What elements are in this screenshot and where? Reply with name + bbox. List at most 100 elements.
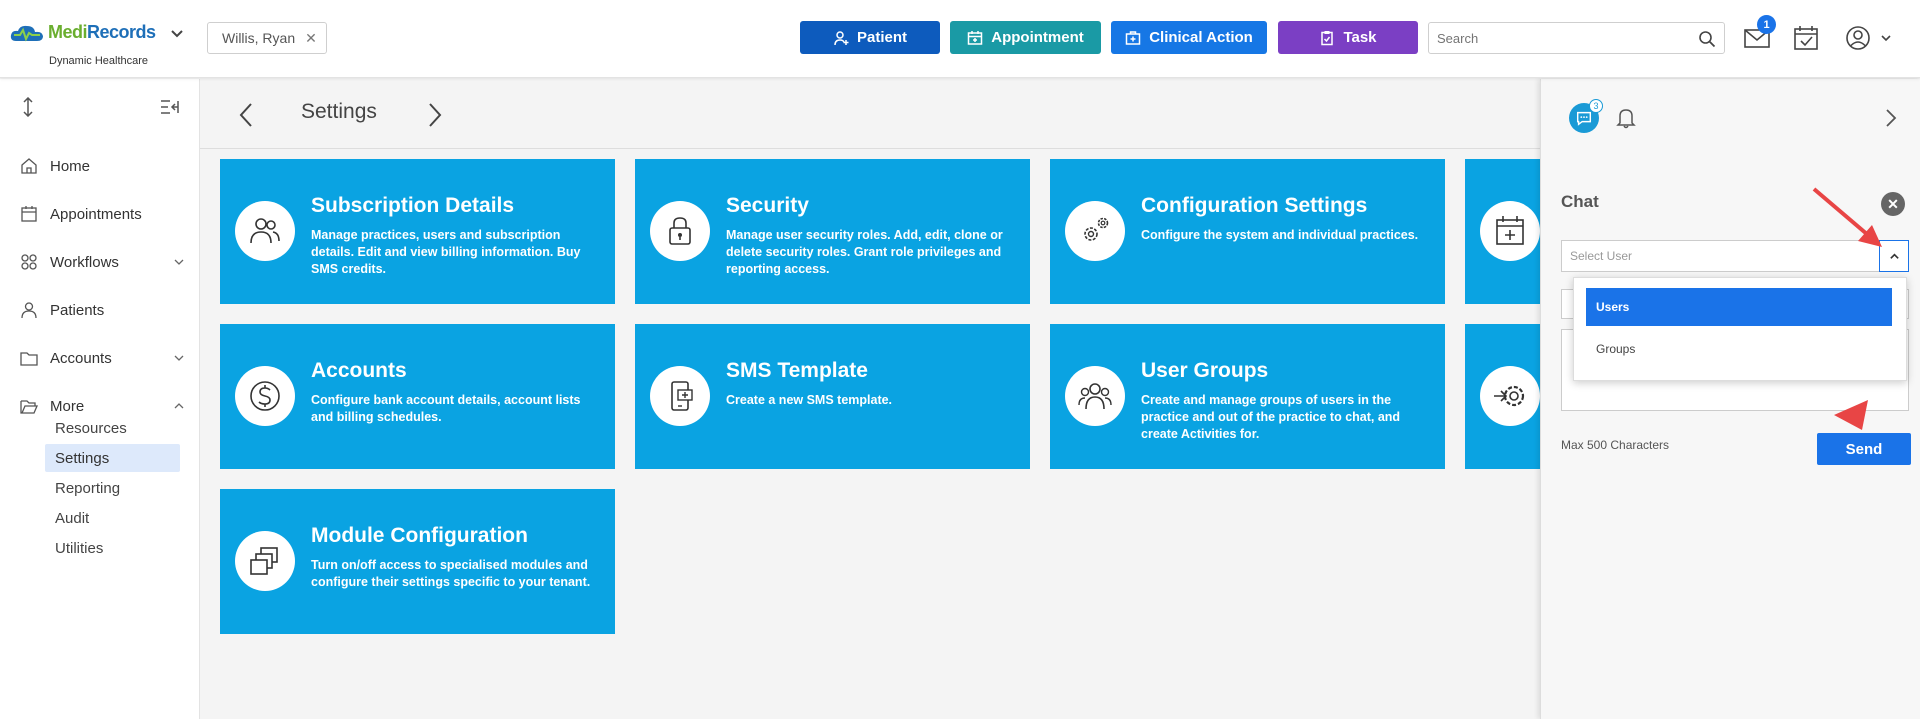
chevron-right-icon[interactable] xyxy=(424,101,444,129)
appointment-button-label: Appointment xyxy=(991,29,1084,46)
tile-user-groups[interactable]: User Groups Create and manage groups of … xyxy=(1050,324,1445,469)
option-groups[interactable]: Groups xyxy=(1586,330,1892,368)
tile-security[interactable]: Security Manage user security roles. Add… xyxy=(635,159,1030,304)
clipboard-icon xyxy=(1321,30,1334,45)
sidebar-subitem-audit[interactable]: Audit xyxy=(45,504,180,532)
sidebar: Home Appointments Workflows Patients Acc… xyxy=(0,79,200,719)
chevron-down-icon[interactable] xyxy=(170,26,184,40)
tile-icon-circle xyxy=(235,366,295,426)
home-icon xyxy=(21,158,37,174)
sidebar-item-accounts[interactable]: Accounts xyxy=(20,346,185,370)
tile-module-configuration[interactable]: Module Configuration Turn on/off access … xyxy=(220,489,615,634)
sidebar-item-patients[interactable]: Patients xyxy=(20,298,185,322)
chevron-right-icon[interactable] xyxy=(1884,107,1898,129)
gear-arrow-icon xyxy=(1494,385,1525,407)
tile-title: SMS Template xyxy=(726,359,868,382)
close-icon[interactable]: ✕ xyxy=(305,30,317,47)
patients-icon xyxy=(21,302,37,319)
select-user-placeholder: Select User xyxy=(1570,249,1633,263)
brand-subtitle: Dynamic Healthcare xyxy=(49,55,149,67)
sidebar-item-home[interactable]: Home xyxy=(20,154,185,178)
tile-title: Configuration Settings xyxy=(1141,194,1368,217)
tile-configuration-settings[interactable]: Configuration Settings Configure the sys… xyxy=(1050,159,1445,304)
user-group-icon xyxy=(1078,383,1112,410)
page-header: Settings xyxy=(200,79,1540,149)
medical-bag-icon xyxy=(1125,30,1141,45)
sidebar-item-label: More xyxy=(50,397,85,415)
tile-title: Module Configuration xyxy=(311,524,528,547)
top-bar: MediRecords Dynamic Healthcare Willis, R… xyxy=(0,0,1920,78)
annotation-arrow-icon xyxy=(1812,187,1882,247)
brand-name: MediRecords xyxy=(48,22,156,42)
tile-icon-circle xyxy=(650,201,710,261)
workflow-icon xyxy=(21,254,37,270)
tile-title: User Groups xyxy=(1141,359,1269,382)
patient-name: Willis, Ryan xyxy=(222,30,296,46)
task-button-label: Task xyxy=(1343,29,1377,46)
tile-sms-template[interactable]: SMS Template Create a new SMS template. xyxy=(635,324,1030,469)
gears-icon xyxy=(1084,217,1109,241)
task-button[interactable]: Task xyxy=(1278,21,1418,54)
tile-icon-circle xyxy=(650,366,710,426)
chevron-down-icon[interactable] xyxy=(173,352,185,364)
chat-count-badge: 3 xyxy=(1589,99,1603,113)
option-users[interactable]: Users xyxy=(1586,288,1892,326)
modules-icon xyxy=(250,547,278,575)
tile-title: Subscription Details xyxy=(311,194,515,217)
collapse-sidebar-icon[interactable] xyxy=(160,99,180,115)
sidebar-item-appointments[interactable]: Appointments xyxy=(20,202,185,226)
calendar-icon xyxy=(21,206,37,222)
chevron-down-icon[interactable] xyxy=(1880,32,1892,44)
tile-icon-circle xyxy=(235,201,295,261)
page-title: Settings xyxy=(301,100,377,123)
tile-description: Create a new SMS template. xyxy=(726,393,893,407)
expand-vertical-icon[interactable] xyxy=(20,97,36,117)
chevron-up-icon[interactable] xyxy=(173,400,185,412)
chevron-up-icon xyxy=(1889,252,1899,259)
calendar-icon xyxy=(968,30,983,45)
patient-button-label: Patient xyxy=(856,29,907,46)
tile-description: Turn on/off access to specialised module… xyxy=(311,558,591,589)
max-characters-hint: Max 500 Characters xyxy=(1561,438,1670,452)
sidebar-item-label: Accounts xyxy=(50,349,112,367)
dollar-icon xyxy=(250,381,280,411)
sidebar-item-label: Workflows xyxy=(50,253,119,271)
sidebar-item-label: Patients xyxy=(50,301,105,319)
sidebar-subitem-reporting[interactable]: Reporting xyxy=(45,474,180,502)
chevron-down-icon[interactable] xyxy=(173,256,185,268)
brand-logo[interactable]: MediRecords xyxy=(10,22,184,43)
chevron-left-icon[interactable] xyxy=(237,101,257,129)
tile-description: Create and manage groups of users in the… xyxy=(1141,393,1401,441)
cloud-logo-icon xyxy=(10,25,43,42)
tile-icon-circle xyxy=(1065,201,1125,261)
bell-icon[interactable] xyxy=(1616,107,1636,129)
search-input[interactable] xyxy=(1437,30,1687,46)
tile-description: Manage practices, users and subscription… xyxy=(311,228,581,276)
user-avatar-icon[interactable] xyxy=(1844,24,1872,52)
tile-icon-circle xyxy=(1065,366,1125,426)
search-icon[interactable] xyxy=(1698,30,1716,48)
patient-chip[interactable]: Willis, Ryan ✕ xyxy=(207,22,327,54)
tile-partial-calendar[interactable] xyxy=(1465,159,1540,304)
search-box[interactable] xyxy=(1428,22,1725,54)
clinical-action-button[interactable]: Clinical Action xyxy=(1111,21,1267,54)
tile-icon-circle xyxy=(1480,201,1540,261)
send-button[interactable]: Send xyxy=(1817,433,1911,465)
tile-partial-integration[interactable] xyxy=(1465,324,1540,469)
tile-description: Manage user security roles. Add, edit, c… xyxy=(726,228,1003,276)
sidebar-subitem-utilities[interactable]: Utilities xyxy=(45,534,180,562)
tile-accounts[interactable]: Accounts Configure bank account details,… xyxy=(220,324,615,469)
clinical-action-button-label: Clinical Action xyxy=(1149,29,1253,46)
sidebar-item-workflows[interactable]: Workflows xyxy=(20,250,185,274)
calendar-check-icon[interactable] xyxy=(1792,24,1820,52)
appointment-button[interactable]: Appointment xyxy=(950,21,1101,54)
folder-open-icon xyxy=(20,400,38,414)
add-person-icon xyxy=(834,30,849,45)
annotation-arrow-icon xyxy=(1834,400,1868,430)
tile-subscription-details[interactable]: Subscription Details Manage practices, u… xyxy=(220,159,615,304)
sidebar-subitem-settings[interactable]: Settings xyxy=(45,444,180,472)
chat-bubble-icon xyxy=(1576,111,1592,126)
sidebar-subitem-resources[interactable]: Resources xyxy=(45,414,180,442)
patient-button[interactable]: Patient xyxy=(800,21,940,54)
mail-count-badge: 1 xyxy=(1757,15,1776,34)
